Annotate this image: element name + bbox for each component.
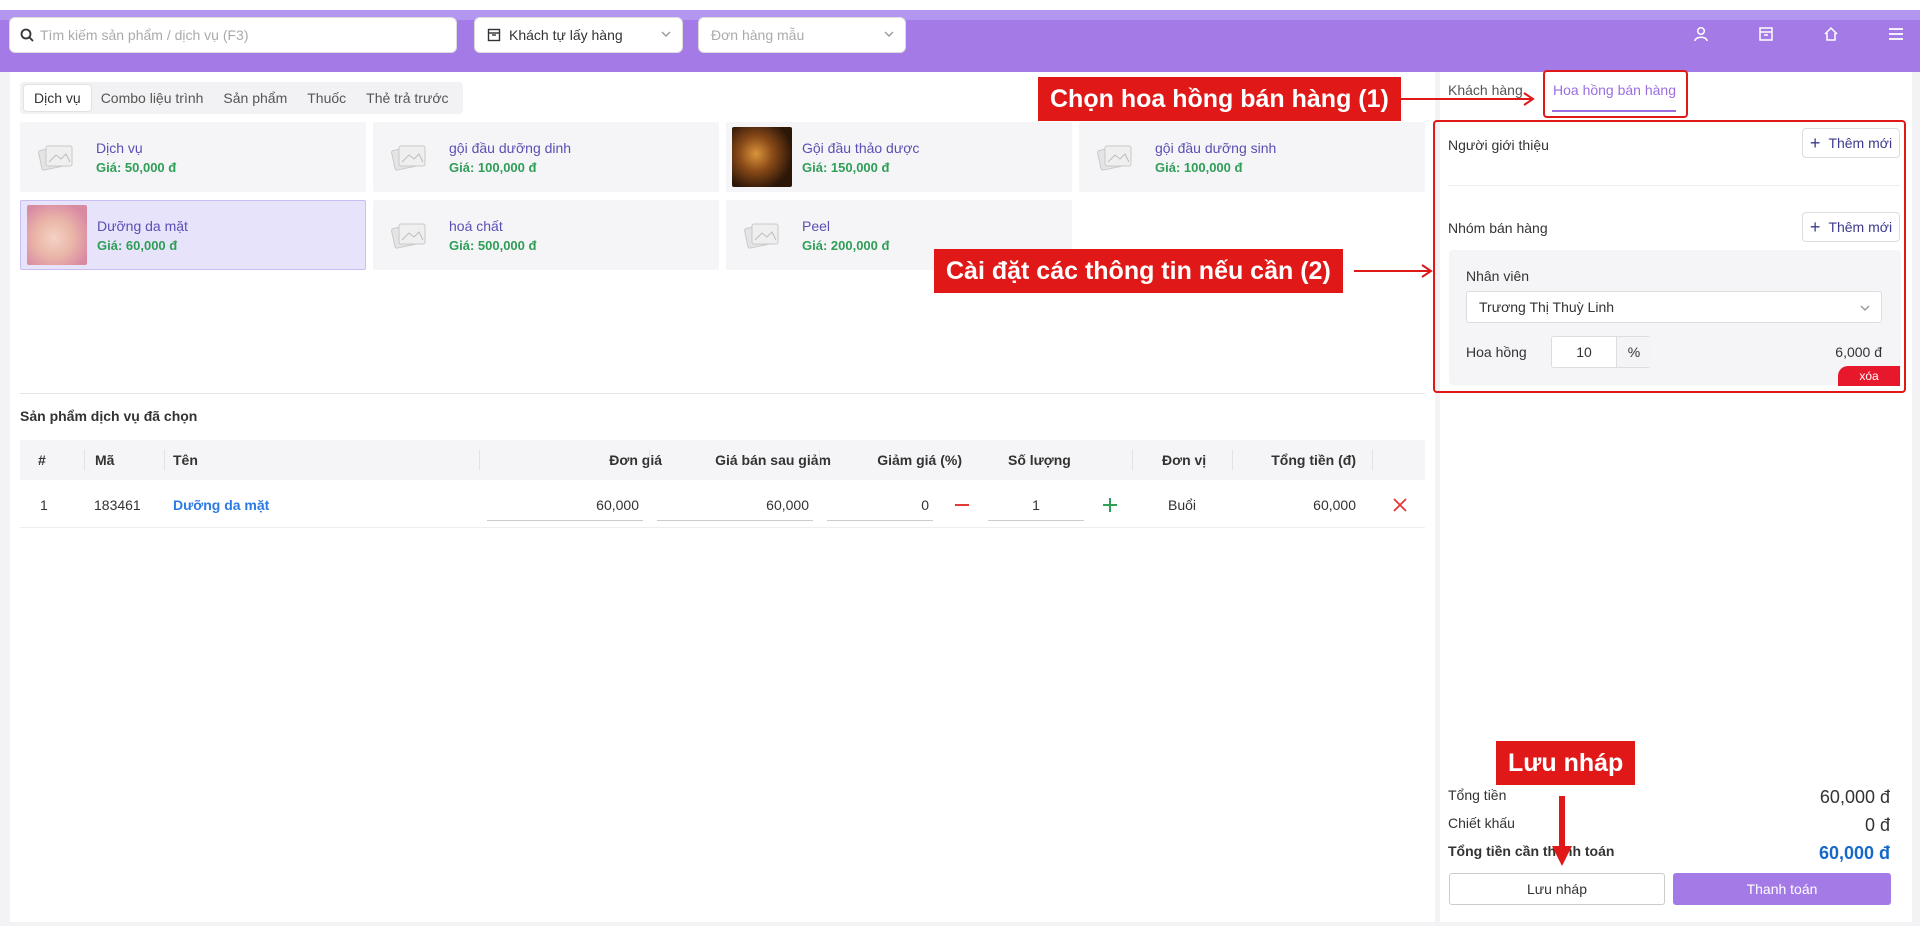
product-photo: [732, 127, 792, 187]
col-code: Mã: [95, 452, 115, 468]
chevron-down-icon: [884, 31, 894, 37]
discount-label: Chiết khấu: [1448, 815, 1515, 831]
annotation-highlight-tab: [1543, 70, 1688, 118]
column-separator: [1132, 450, 1133, 470]
image-placeholder-icon: [379, 127, 439, 187]
product-price: Giá: 50,000 đ: [96, 159, 177, 175]
col-unit: Đơn vị: [1162, 452, 1207, 468]
column-separator: [1232, 450, 1233, 470]
product-card[interactable]: Gội đầu thảo dược Giá: 150,000 đ: [726, 122, 1072, 192]
image-placeholder-icon: [26, 127, 86, 187]
store-icon: [487, 28, 501, 42]
cell-name-link[interactable]: Dưỡng da mặt: [173, 482, 269, 528]
store-icon[interactable]: [1755, 23, 1777, 45]
remove-icon[interactable]: [1392, 497, 1408, 513]
column-separator: [164, 450, 165, 470]
product-photo: [27, 205, 87, 265]
unit-price-input[interactable]: 60,000: [487, 489, 643, 521]
product-price: Giá: 150,000 đ: [802, 159, 890, 175]
product-card[interactable]: gội đầu dưỡng dinh Giá: 100,000 đ: [373, 122, 719, 192]
total-label: Tổng tiền: [1448, 787, 1507, 803]
column-separator: [819, 450, 820, 470]
product-card[interactable]: Dịch vụ Giá: 50,000 đ: [20, 122, 366, 192]
annotation-step1: Chọn hoa hồng bán hàng (1): [1038, 77, 1401, 121]
column-separator: [84, 450, 85, 470]
cell-code: 183461: [94, 497, 141, 513]
cell-total: 60,000: [1313, 497, 1356, 513]
chevron-down-icon: [661, 31, 671, 37]
template-order-select[interactable]: Đơn hàng mẫu: [698, 17, 906, 53]
delivery-select-value: Khách tự lấy hàng: [509, 27, 623, 43]
annotation-save-draft: Lưu nháp: [1496, 741, 1636, 785]
product-name: Dưỡng da mặt: [97, 217, 188, 234]
discount-input[interactable]: 0: [827, 489, 933, 521]
pay-button[interactable]: Thanh toán: [1673, 873, 1891, 905]
search-icon: [20, 28, 34, 42]
delivery-select[interactable]: Khách tự lấy hàng: [474, 17, 683, 53]
category-tabs: Dịch vụ Combo liệu trình Sản phẩm Thuốc …: [20, 82, 463, 114]
product-price: Giá: 200,000 đ: [802, 237, 890, 253]
col-name: Tên: [173, 452, 198, 468]
col-quantity: Số lượng: [1008, 452, 1071, 468]
column-separator: [1372, 450, 1373, 470]
product-name: gội đầu dưỡng sinh: [1155, 139, 1277, 156]
product-price: Giá: 100,000 đ: [1155, 159, 1243, 175]
tab-prepaid-card[interactable]: Thẻ trả trước: [356, 85, 458, 111]
cell-index: 1: [40, 497, 48, 513]
search-placeholder: Tìm kiếm sản phẩm / dịch vụ (F3): [40, 27, 249, 43]
product-price: Giá: 500,000 đ: [449, 237, 537, 253]
product-search-input[interactable]: Tìm kiếm sản phẩm / dịch vụ (F3): [9, 17, 457, 53]
column-separator: [479, 450, 480, 470]
home-icon[interactable]: [1820, 23, 1842, 45]
annotation-arrow: [1354, 264, 1433, 278]
sale-price-input[interactable]: 60,000: [657, 489, 813, 521]
divider: [20, 393, 1425, 394]
product-name: Peel: [802, 217, 831, 234]
annotation-highlight-settings: [1433, 120, 1906, 393]
product-card[interactable]: gội đầu dưỡng sinh Giá: 100,000 đ: [1079, 122, 1425, 192]
image-placeholder-icon: [732, 205, 792, 265]
tab-combo[interactable]: Combo liệu trình: [91, 85, 214, 111]
annotation-arrow: [1394, 92, 1535, 106]
col-index: #: [38, 452, 46, 468]
minus-icon[interactable]: [954, 497, 970, 513]
annotation-arrow-down: [1552, 796, 1572, 866]
tab-medicine[interactable]: Thuốc: [297, 85, 356, 111]
amount-due-value: 60,000 đ: [1818, 843, 1890, 863]
product-name: gội đầu dưỡng dinh: [449, 139, 572, 156]
column-separator: [649, 450, 650, 470]
cell-unit: Buổi: [1168, 497, 1197, 513]
amount-due-label: Tổng tiền cần thanh toán: [1448, 843, 1615, 859]
selected-items-title: Sản phẩm dịch vụ đã chọn: [20, 408, 198, 424]
total-value: 60,000 đ: [1819, 787, 1890, 807]
product-card[interactable]: hoá chất Giá: 500,000 đ: [373, 200, 719, 270]
product-price: Giá: 60,000 đ: [97, 237, 178, 253]
plus-icon[interactable]: [1102, 497, 1118, 513]
product-price: Giá: 100,000 đ: [449, 159, 537, 175]
discount-value: 0 đ: [1864, 815, 1890, 835]
image-placeholder-icon: [1085, 127, 1145, 187]
col-sale-price: Giá bán sau giảm: [715, 452, 831, 468]
quantity-input[interactable]: 1: [988, 489, 1084, 521]
product-name: Dịch vụ: [96, 139, 143, 156]
product-card-selected[interactable]: Dưỡng da mặt Giá: 60,000 đ: [20, 200, 366, 270]
col-unit-price: Đơn giá: [609, 452, 662, 468]
col-total: Tổng tiền (đ): [1271, 452, 1356, 468]
user-icon[interactable]: [1690, 23, 1712, 45]
annotation-step2: Cài đặt các thông tin nếu cần (2): [934, 249, 1343, 293]
image-placeholder-icon: [379, 205, 439, 265]
save-draft-button[interactable]: Lưu nháp: [1449, 873, 1665, 905]
template-order-placeholder: Đơn hàng mẫu: [711, 27, 805, 43]
table-header: # Mã Tên Đơn giá Giá bán sau giảm Giảm g…: [20, 440, 1425, 480]
table-row: 1 183461 Dưỡng da mặt 60,000 60,000 0 1 …: [20, 482, 1425, 528]
col-discount: Giảm giá (%): [877, 452, 962, 468]
product-name: Gội đầu thảo dược: [802, 139, 920, 156]
tab-products[interactable]: Sản phẩm: [213, 85, 297, 111]
menu-icon[interactable]: [1885, 23, 1907, 45]
product-name: hoá chất: [449, 217, 503, 234]
tab-services[interactable]: Dịch vụ: [24, 85, 91, 111]
